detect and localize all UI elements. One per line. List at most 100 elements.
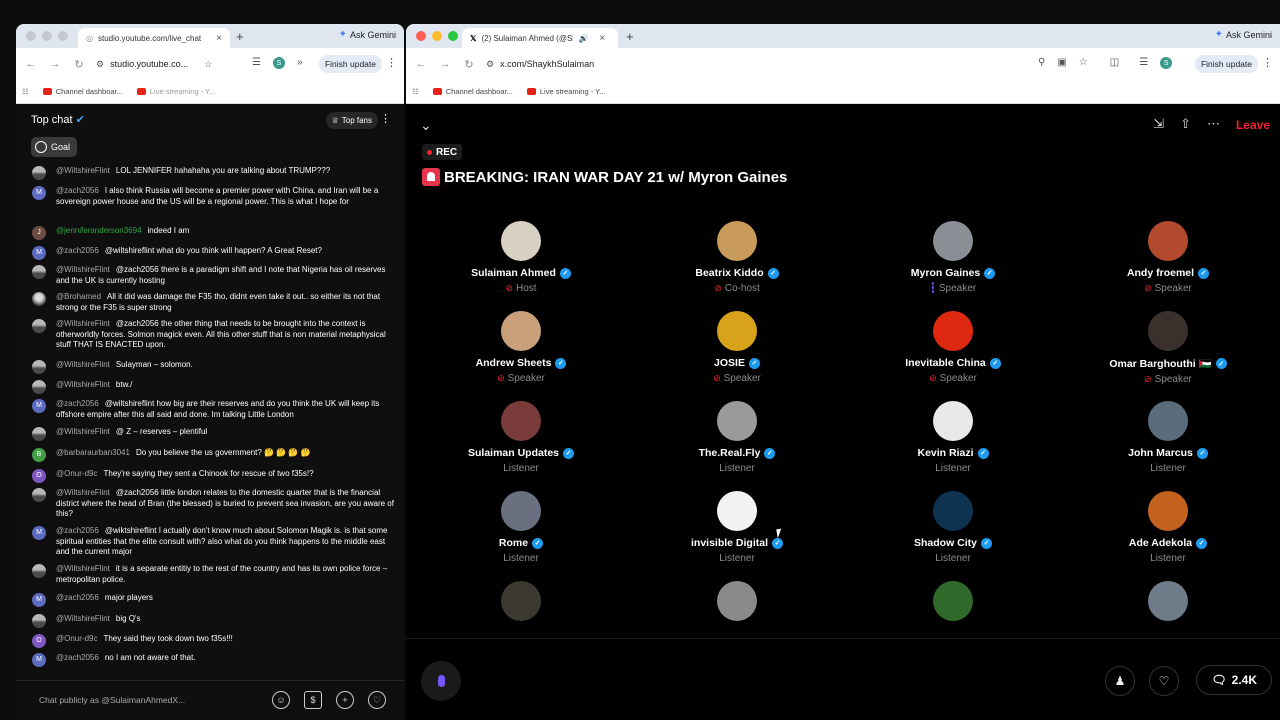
avatar[interactable] xyxy=(32,292,46,306)
add-icon[interactable]: + xyxy=(336,691,354,709)
maximize-window-button[interactable] xyxy=(448,31,458,41)
chat-message[interactable]: O @Onur-d9c They said they took down two f… xyxy=(32,634,394,648)
message-author[interactable]: @WiltshireFlint xyxy=(56,319,110,328)
apps-grid-icon[interactable]: ☷ xyxy=(412,87,419,96)
message-author[interactable]: @WiltshireFlint xyxy=(56,564,110,573)
chat-message[interactable]: @WiltshireFlint @zach2056 the other thing… xyxy=(32,319,394,351)
top-fans-button[interactable]: ♕ Top fans xyxy=(325,112,378,129)
participant-avatar[interactable] xyxy=(1148,311,1188,351)
message-author[interactable]: @zach2056 xyxy=(56,593,99,602)
share-icon[interactable]: ⇧ xyxy=(1180,116,1191,132)
forward-icon[interactable]: → xyxy=(438,58,452,70)
message-author[interactable]: @WiltshireFlint xyxy=(56,488,110,497)
avatar[interactable] xyxy=(32,564,46,578)
minimize-dock-icon[interactable]: ⇲ xyxy=(1153,116,1164,132)
profile-avatar[interactable]: S xyxy=(272,57,285,69)
participant-avatar[interactable] xyxy=(501,221,541,261)
participant-avatar[interactable] xyxy=(1148,221,1188,261)
super-chat-icon[interactable]: $ xyxy=(304,691,322,709)
chat-message[interactable]: B @barbaraurban3041 Do you believe the us … xyxy=(32,448,394,462)
chat-message[interactable]: M @zach2056 @wiltshireflint what do you th… xyxy=(32,246,394,260)
message-author[interactable]: @zach2056 xyxy=(56,399,99,408)
participant[interactable] xyxy=(853,581,1053,621)
avatar[interactable] xyxy=(32,488,46,502)
zoom-icon[interactable]: ⚲ xyxy=(1038,57,1045,69)
chat-message[interactable]: @WiltshireFlint @zach2056 there is a para… xyxy=(32,265,394,286)
participant-avatar[interactable] xyxy=(933,401,973,441)
browser-tab-youtube-chat[interactable]: ◎ studio.youtube.com/live_chat × xyxy=(78,28,230,48)
participant-avatar[interactable] xyxy=(717,311,757,351)
participant-avatar[interactable] xyxy=(717,581,757,621)
message-author[interactable]: @Onur-d9c xyxy=(56,634,97,643)
participant-avatar[interactable] xyxy=(501,581,541,621)
address-bar[interactable]: ⚙ studio.youtube.co... ☆ xyxy=(96,59,212,70)
avatar[interactable]: M xyxy=(32,526,46,540)
forward-icon[interactable]: → xyxy=(48,58,62,70)
participant-avatar[interactable] xyxy=(501,491,541,531)
bookmark-star-icon[interactable]: ☆ xyxy=(1079,57,1088,69)
listener-count-button[interactable]: 🗨 2.4K xyxy=(1196,665,1272,695)
participant[interactable]: The.Real.Fly ✓ Listener xyxy=(637,401,837,474)
avatar[interactable] xyxy=(32,265,46,279)
speaker-icon[interactable]: 🔊 xyxy=(578,34,588,43)
participant[interactable]: Ade Adekola ✓ Listener xyxy=(1068,491,1268,564)
chat-menu-icon[interactable]: ⋮ xyxy=(380,112,391,125)
apps-grid-icon[interactable]: ☷ xyxy=(22,87,29,96)
participant-avatar[interactable] xyxy=(1148,401,1188,441)
message-author[interactable]: @Brohamed xyxy=(56,292,101,301)
avatar[interactable]: J xyxy=(32,226,46,240)
participant[interactable]: Rome ✓ Listener xyxy=(421,491,621,564)
participant[interactable]: Andrew Sheets ✓ ⊘ Speaker xyxy=(421,311,621,384)
chat-message[interactable]: @WiltshireFlint @ Z – reserves – plentifu… xyxy=(32,427,394,441)
avatar[interactable]: M xyxy=(32,246,46,260)
bookmark-live-streaming[interactable]: Live streaming - Y... xyxy=(526,87,605,96)
ask-gemini-button[interactable]: ✦ Ask Gemini xyxy=(339,29,396,40)
message-author[interactable]: @zach2056 xyxy=(56,526,99,535)
back-icon[interactable]: ← xyxy=(414,58,428,70)
close-tab-icon[interactable]: × xyxy=(216,33,222,44)
avatar[interactable] xyxy=(32,166,46,180)
site-settings-icon[interactable]: ⚙ xyxy=(96,59,104,70)
participant[interactable] xyxy=(1068,581,1268,621)
bookmark-channel-dashboard[interactable]: Channel dashboar... xyxy=(432,87,513,96)
message-author[interactable]: @WiltshireFlint xyxy=(56,380,110,389)
participant-avatar[interactable] xyxy=(717,221,757,261)
participant[interactable] xyxy=(637,581,837,621)
avatar[interactable]: M xyxy=(32,399,46,413)
participant[interactable]: Beatrix Kiddo ✓ ⊘ Co-host xyxy=(637,221,837,294)
message-author[interactable]: @zach2056 xyxy=(56,653,99,662)
chat-message[interactable]: J @jenniferanderson3694 indeed I am xyxy=(32,226,394,240)
goal-chip[interactable]: Goal xyxy=(31,137,78,157)
site-settings-icon[interactable]: ⚙ xyxy=(486,59,494,70)
reload-icon[interactable]: ↻ xyxy=(462,58,476,71)
chat-input-field[interactable]: Chat publicly as @SulaimanAhmedX... xyxy=(39,695,185,705)
reload-icon[interactable]: ↻ xyxy=(72,58,86,71)
message-author[interactable]: @WiltshireFlint xyxy=(56,427,110,436)
chat-message[interactable]: M @zach2056 @wiktshireflint I actually don… xyxy=(32,526,394,558)
message-author[interactable]: @WiltshireFlint xyxy=(56,265,110,274)
chat-message[interactable]: @WiltshireFlint big Q's xyxy=(32,614,394,628)
maximize-window-button[interactable] xyxy=(58,31,68,41)
avatar[interactable]: O xyxy=(32,469,46,483)
avatar[interactable]: M xyxy=(32,653,46,667)
new-tab-button[interactable]: + xyxy=(236,29,244,44)
overflow-chevron-icon[interactable]: » xyxy=(297,57,303,69)
avatar[interactable] xyxy=(32,380,46,394)
chat-message[interactable]: M @zach2056 major players xyxy=(32,593,394,607)
emoji-icon[interactable]: ☺ xyxy=(272,691,290,709)
avatar[interactable] xyxy=(32,614,46,628)
avatar[interactable] xyxy=(32,427,46,441)
chat-message[interactable]: @WiltshireFlint Sulayman – solomon. xyxy=(32,360,394,374)
finish-update-button[interactable]: Finish update xyxy=(318,55,382,73)
participant-avatar[interactable] xyxy=(933,491,973,531)
chat-message[interactable]: M @zach2056 no I am not aware of that. xyxy=(32,653,394,667)
participant[interactable]: Kevin Riazi ✓ Listener xyxy=(853,401,1053,474)
chat-message[interactable]: @WiltshireFlint it is a separate entitiy … xyxy=(32,564,394,585)
chat-message[interactable]: @Brohamed All it did was damage the F35 t… xyxy=(32,292,394,313)
chat-message[interactable]: @WiltshireFlint LOL JENNIFER hahahaha you… xyxy=(32,166,394,180)
reading-list-icon[interactable]: ☰ xyxy=(1139,57,1148,69)
chat-message[interactable]: @WiltshireFlint btw./ xyxy=(32,380,394,394)
ask-gemini-button[interactable]: ✦ Ask Gemini xyxy=(1215,29,1272,40)
people-icon[interactable]: ♟ xyxy=(1105,666,1135,696)
reading-list-icon[interactable]: ☰ xyxy=(252,57,261,69)
